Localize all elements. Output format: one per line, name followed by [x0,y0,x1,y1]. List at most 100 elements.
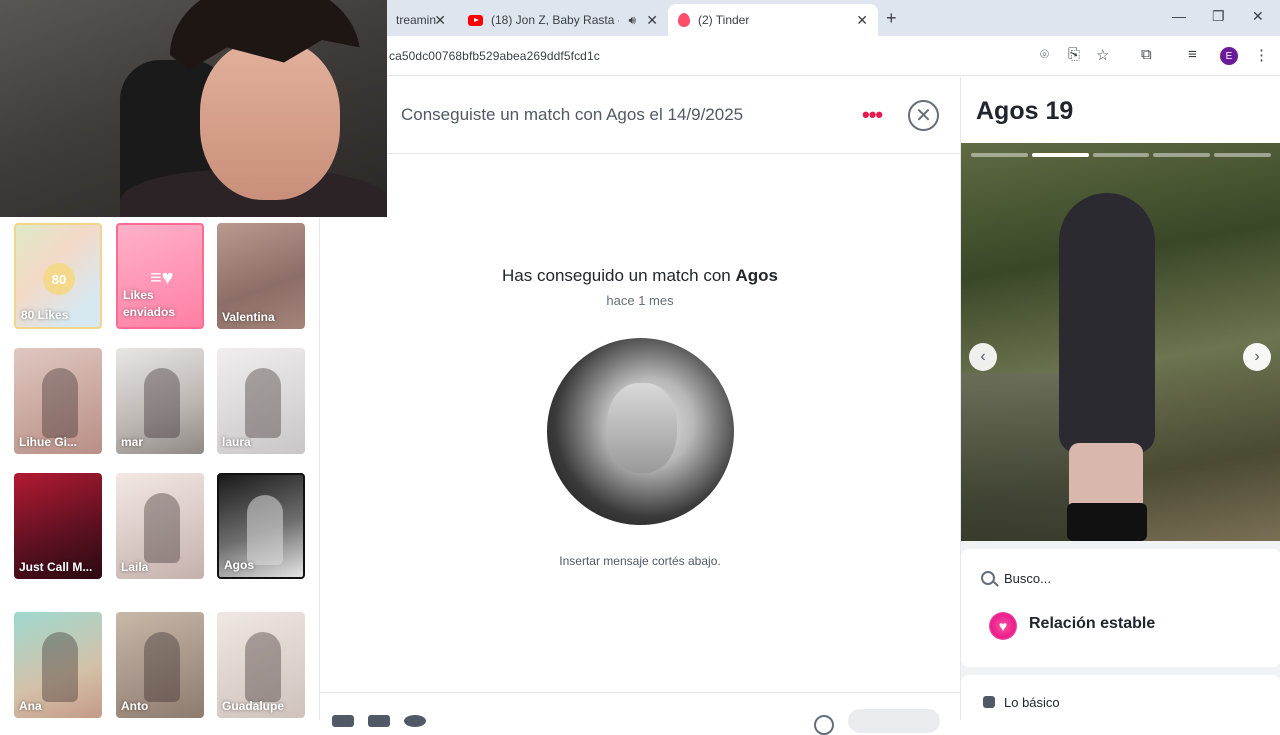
match-name: Agos [224,558,254,572]
tinder-flame-icon [678,13,690,27]
looking-for-card: Busco... ♥ Relación estable [961,549,1280,667]
likes-tile[interactable]: 80 80 Likes [14,223,102,329]
profile-photo[interactable]: ‹ › [961,143,1280,541]
match-timestamp: hace 1 mes [606,293,674,308]
profile-panel: Agos 19 ‹ › Busco... ♥ Relación estable … [960,77,1280,720]
match-photo [144,368,180,438]
location-icon[interactable]: ⌾ [1040,46,1049,63]
browser-tab[interactable]: (18) Jon Z, Baby Rasta - Ella 🔊︎ ✕ [458,4,668,36]
close-tab-icon[interactable]: ✕ [856,12,868,29]
menu-kebab-icon[interactable]: ⋮ [1254,46,1269,64]
photo-subject-boots [1067,503,1147,541]
previous-photo-icon[interactable]: ‹ [969,343,997,371]
match-message: Has conseguido un match con Agos [320,266,960,286]
match-photo [144,493,180,563]
relationship-goal: Relación estable [1029,615,1156,632]
match-name: Anto [121,699,149,713]
match-tile[interactable]: Guadalupe [217,612,305,718]
basics-label: Lo básico [1004,695,1060,710]
media-control-icon[interactable]: ≡ [1188,46,1197,63]
sticker-icon[interactable] [368,715,390,727]
match-tile[interactable]: Just Call M... [14,473,102,579]
profile-name-age: Agos 19 [976,97,1074,125]
window-close-icon[interactable]: ✕ [1252,8,1264,25]
emoji-icon[interactable] [814,715,834,735]
photo-subject [1059,193,1155,453]
photo-indicator[interactable] [1214,153,1271,157]
match-tile[interactable]: Ana [14,612,102,718]
tab-title: (18) Jon Z, Baby Rasta - Ella [491,13,619,27]
match-message-prefix: Has conseguido un match con [502,266,731,285]
webcam-overlay [0,0,387,217]
message-hint: Insertar mensaje cortés abajo. [559,554,721,568]
match-name: mar [121,435,144,449]
match-tile[interactable]: Laila [116,473,204,579]
restore-icon[interactable]: ❐ [1212,8,1225,25]
browser-tab-active[interactable]: (2) Tinder ✕ [668,4,878,36]
match-avatar-face [607,383,677,473]
photo-indicator[interactable] [971,153,1028,157]
likes-label: 80 Likes [21,308,69,322]
profile-header: Agos 19 [961,77,1280,143]
minimize-icon[interactable]: — [1172,8,1186,24]
chat-title: Conseguiste un match con Agos el 14/9/20… [401,105,744,124]
match-tile[interactable]: laura [217,348,305,454]
match-photo [42,368,78,438]
new-tab-icon[interactable]: + [886,8,897,29]
match-photo [245,632,281,702]
next-photo-icon[interactable]: › [1243,343,1271,371]
match-photo [245,368,281,438]
match-name: laura [222,435,251,449]
match-tile[interactable]: mar [116,348,204,454]
match-tile[interactable]: Anto [116,612,204,718]
match-tile-selected[interactable]: Agos [217,473,305,579]
photo-indicator-active[interactable] [1031,153,1089,157]
bookmark-star-icon[interactable]: ☆ [1096,46,1109,64]
match-name: Valentina [222,310,275,324]
match-name: Guadalupe [222,699,285,713]
match-name: Lihue Gi... [19,435,78,449]
tab-title: treamin [396,13,436,27]
match-name: Just Call M... [19,560,93,574]
match-name: Laila [121,560,149,574]
basics-card: Lo básico [961,675,1280,720]
close-chat-icon[interactable]: ✕ [908,100,939,131]
more-options-icon[interactable]: ••• [862,102,883,128]
install-app-icon[interactable]: ⎘ [1068,46,1080,63]
match-photo [144,632,180,702]
close-tab-icon[interactable]: ✕ [646,12,658,29]
matches-panel: 80 80 Likes ≡♥ Likes enviados Valentina … [0,217,320,720]
heart-arrow-icon: ♥ [989,612,1017,640]
address-bar[interactable]: ca50dc00768bfb529abea269ddf5fcd1c [389,49,600,63]
extensions-icon[interactable]: ⧉ [1141,46,1152,63]
browser-tab[interactable]: treamin ✕ [386,4,456,36]
profile-avatar[interactable]: E [1220,47,1238,65]
profile-card-icon [983,696,995,708]
likes-sent-label: Likes enviados [123,288,176,319]
match-photo [247,495,283,565]
likes-sent-tile[interactable]: ≡♥ Likes enviados [116,223,204,329]
streamer-face [200,40,340,200]
audio-icon[interactable] [404,715,426,727]
youtube-icon [468,14,483,26]
chat-header: Conseguiste un match con Agos el 14/9/20… [387,77,960,154]
match-message-name: Agos [735,266,778,285]
match-name: Ana [19,699,42,713]
photo-indicator[interactable] [1153,153,1211,157]
match-avatar[interactable] [547,338,734,525]
search-icon [981,571,995,585]
likes-count-badge: 80 [43,263,75,295]
gif-icon[interactable] [332,715,354,727]
browser-toolbar: ca50dc00768bfb529abea269ddf5fcd1c ⌾ ⎘ ☆ … [386,36,1280,76]
looking-for-label: Busco... [1004,571,1051,586]
match-tile[interactable]: Valentina [217,223,305,329]
speaker-icon[interactable]: 🔊︎ [628,13,636,28]
compose-bar [320,692,960,735]
photo-indicator[interactable] [1092,153,1150,157]
match-tile[interactable]: Lihue Gi... [14,348,102,454]
match-photo [42,632,78,702]
tab-title: (2) Tinder [698,13,750,27]
close-tab-icon[interactable]: ✕ [434,12,446,29]
photo-progress-bars [971,153,1271,157]
send-button[interactable] [848,709,940,733]
